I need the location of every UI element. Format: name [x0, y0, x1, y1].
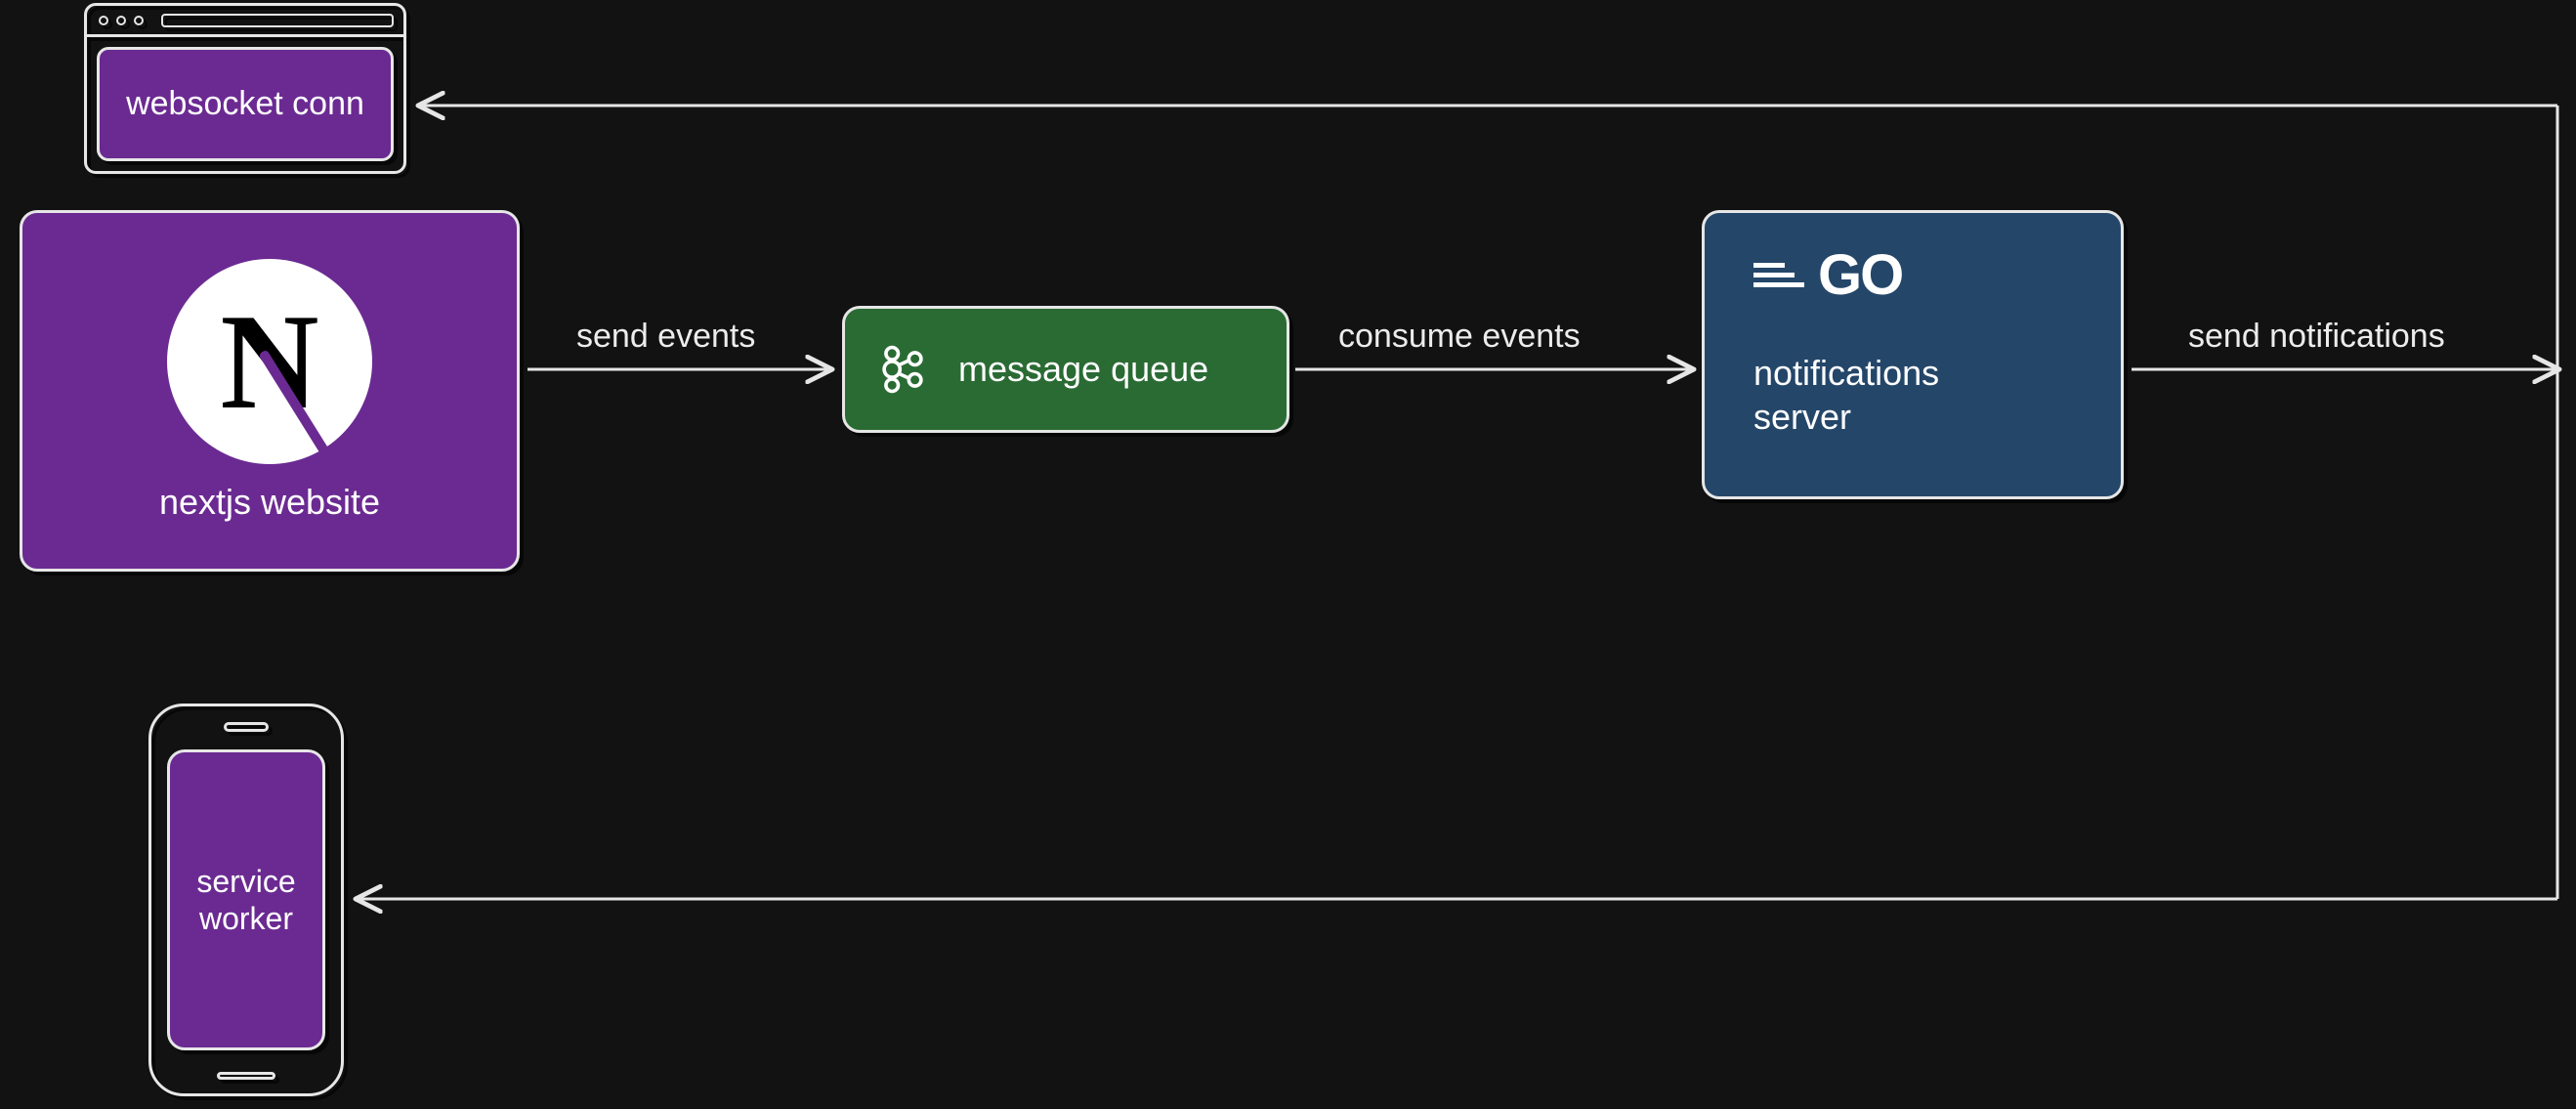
edge-label-send-notifications: send notifications	[2188, 318, 2445, 356]
kafka-icon	[876, 343, 929, 396]
nextjs-logo-icon: N	[167, 259, 372, 464]
node-websocket-label: websocket conn	[97, 47, 394, 161]
edge-label-send-events: send events	[576, 318, 755, 356]
edge-label-consume-events: consume events	[1338, 318, 1581, 356]
mobile-icon	[224, 722, 269, 732]
node-notifications-server: GO notificationsserver	[1702, 210, 2124, 499]
node-message-queue-label: message queue	[958, 349, 1208, 390]
node-notifications-server-label: notificationsserver	[1753, 351, 1939, 439]
node-service-worker: serviceworker	[148, 704, 344, 1096]
node-nextjs-website: N nextjs website	[20, 210, 520, 572]
node-message-queue: message queue	[842, 306, 1289, 433]
browser-icon	[87, 6, 403, 37]
node-websocket-conn: websocket conn	[84, 3, 406, 174]
node-service-worker-label: serviceworker	[167, 749, 325, 1050]
golang-logo-icon: GO	[1753, 242, 1902, 308]
node-nextjs-label: nextjs website	[159, 482, 380, 523]
